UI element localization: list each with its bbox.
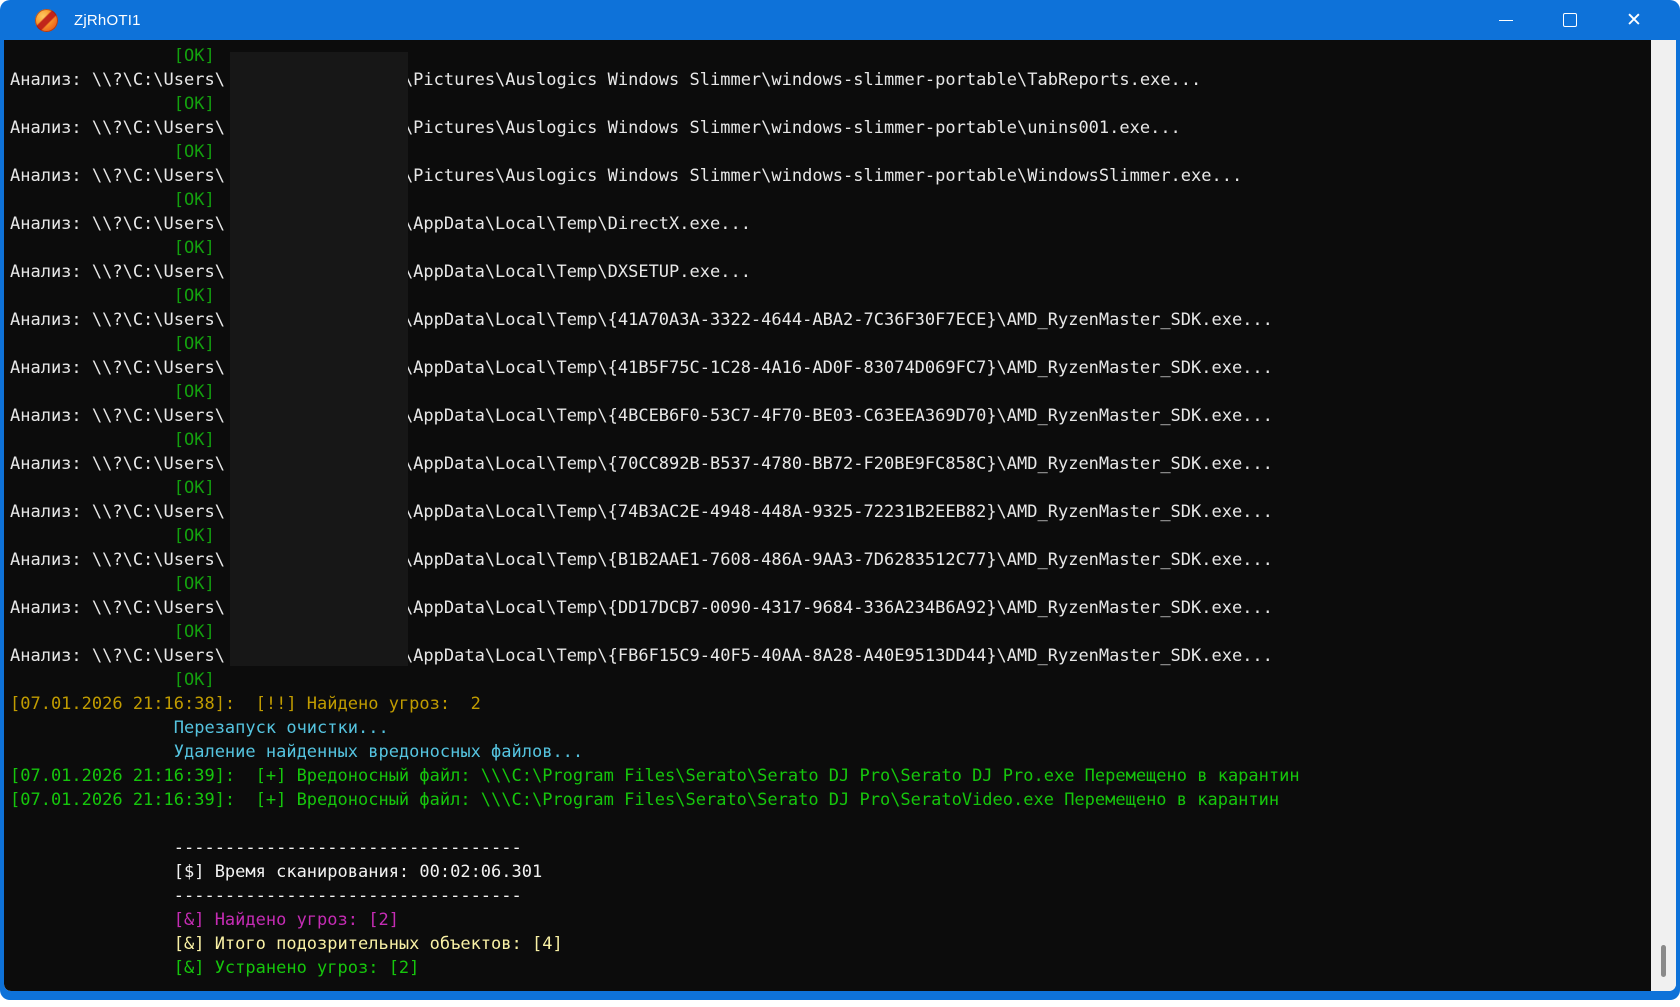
minimize-button[interactable] xyxy=(1474,0,1538,40)
terminal-view[interactable]: [OK] Анализ: \\?\C:\Users\ \Pictures\Auslo… xyxy=(4,40,1651,991)
console-line: [&] Итого подозрительных объектов: [4] xyxy=(10,934,563,954)
console-line: Удаление найденных вредоносных файлов... xyxy=(10,742,584,762)
close-button[interactable]: ✕ xyxy=(1602,0,1666,40)
maximize-icon xyxy=(1563,13,1577,27)
console-line: [$] Время сканирования: 00:02:06.301 xyxy=(10,862,543,882)
console-line: [&] Найдено угроз: [2] xyxy=(10,910,399,930)
console-line: [07.01.2026 21:16:39]: [+] Вредоносный ф… xyxy=(10,766,1300,786)
title-bar[interactable]: ZjRhOTI1 ✕ xyxy=(0,0,1680,40)
vertical-scrollbar[interactable] xyxy=(1651,40,1676,991)
redacted-username-box xyxy=(230,52,408,666)
console-line: [OK] xyxy=(10,670,215,690)
window-controls: ✕ xyxy=(1474,0,1666,40)
console-line: [07.01.2026 21:16:38]: [!!] Найдено угро… xyxy=(10,694,481,714)
console-line: ---------------------------------- xyxy=(10,886,522,906)
maximize-button[interactable] xyxy=(1538,0,1602,40)
scrollbar-thumb[interactable] xyxy=(1661,945,1666,977)
minimize-icon xyxy=(1499,19,1513,21)
console-window: ZjRhOTI1 ✕ [OK] Анализ: \\?\C:\Users\ \Pic… xyxy=(0,0,1680,1000)
console-line: ---------------------------------- xyxy=(10,838,522,858)
close-icon: ✕ xyxy=(1626,8,1642,31)
console-line: [&] Устранено угроз: [2] xyxy=(10,958,420,978)
client-area: [OK] Анализ: \\?\C:\Users\ \Pictures\Auslo… xyxy=(4,40,1676,991)
console-line: Перезапуск очистки... xyxy=(10,718,389,738)
window-title: ZjRhOTI1 xyxy=(74,11,141,29)
console-line: [07.01.2026 21:16:39]: [+] Вредоносный ф… xyxy=(10,790,1280,810)
app-icon xyxy=(35,8,58,32)
